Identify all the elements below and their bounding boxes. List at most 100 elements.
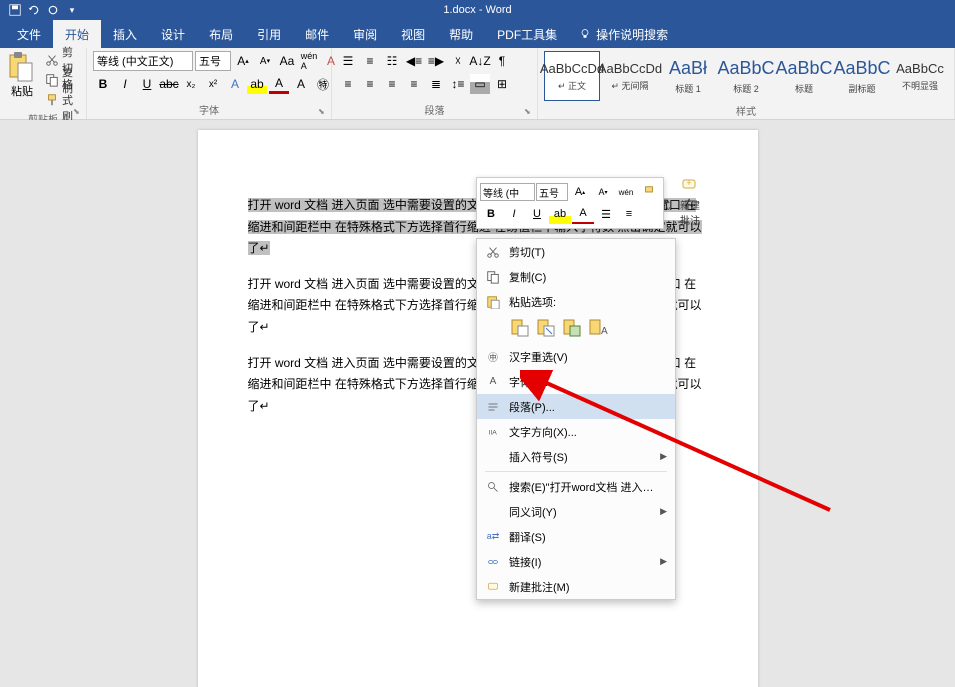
tab-review[interactable]: 审阅 bbox=[341, 20, 389, 49]
menu-text-direction[interactable]: IIA 文字方向(X)... bbox=[477, 419, 675, 444]
mini-font-color[interactable]: A bbox=[572, 204, 594, 224]
strikethrough-button[interactable]: abc bbox=[159, 74, 179, 94]
undo-icon[interactable] bbox=[27, 3, 41, 17]
align-right-button[interactable]: ≡ bbox=[382, 74, 402, 94]
font-launcher[interactable]: ⬊ bbox=[318, 107, 328, 117]
tab-layout[interactable]: 布局 bbox=[197, 20, 245, 49]
paragraph-launcher[interactable]: ⬊ bbox=[524, 107, 534, 117]
style-item-1[interactable]: AaBbCcDd↵ 无间隔 bbox=[602, 51, 658, 101]
tab-mailings[interactable]: 邮件 bbox=[293, 20, 341, 49]
svg-text:IIA: IIA bbox=[489, 429, 498, 436]
copy-icon bbox=[45, 73, 59, 87]
enclose-characters-button[interactable]: ㊕ bbox=[313, 74, 333, 94]
tab-references[interactable]: 引用 bbox=[245, 20, 293, 49]
mini-format-painter[interactable] bbox=[638, 182, 660, 202]
mini-underline[interactable]: U bbox=[526, 204, 548, 224]
mini-new-comment-button[interactable]: + 新建 批注 bbox=[680, 177, 700, 227]
paste-keep-source[interactable] bbox=[509, 317, 531, 339]
menu-search[interactable]: 搜索(E)"打开word文档 进入页面..." bbox=[477, 474, 675, 499]
increase-indent-button[interactable]: ≡▶ bbox=[426, 51, 446, 71]
style-item-0[interactable]: AaBbCcDd↵ 正文 bbox=[544, 51, 600, 101]
tab-home[interactable]: 开始 bbox=[53, 20, 101, 49]
subscript-button[interactable]: x₂ bbox=[181, 74, 201, 94]
menu-cut-label: 剪切(T) bbox=[509, 244, 545, 260]
mini-font-name[interactable]: 等线 (中 bbox=[480, 183, 535, 201]
font-color-button[interactable]: A bbox=[269, 74, 289, 94]
asian-layout-button[interactable]: ☓ bbox=[448, 51, 468, 71]
style-item-5[interactable]: AaBbC副标题 bbox=[834, 51, 890, 101]
menu-insert-symbol-label: 插入符号(S) bbox=[509, 449, 568, 465]
mini-italic[interactable]: I bbox=[503, 204, 525, 224]
mini-new-comment-label: 新建 批注 bbox=[680, 197, 700, 227]
line-spacing-button[interactable]: ↕≡ bbox=[448, 74, 468, 94]
mini-font-size[interactable]: 五号 bbox=[536, 183, 568, 201]
distributed-button[interactable]: ≣ bbox=[426, 74, 446, 94]
paste-text-only[interactable]: A bbox=[587, 317, 609, 339]
highlight-button[interactable]: ab bbox=[247, 74, 267, 94]
menu-translate-label: 翻译(S) bbox=[509, 529, 546, 545]
numbering-button[interactable]: ≡ bbox=[360, 51, 380, 71]
multilevel-list-button[interactable]: ☷ bbox=[382, 51, 402, 71]
styles-gallery[interactable]: AaBbCcDd↵ 正文AaBbCcDd↵ 无间隔AaBł标题 1AaBbC标题… bbox=[544, 51, 948, 101]
style-item-2[interactable]: AaBł标题 1 bbox=[660, 51, 716, 101]
paste-picture[interactable] bbox=[561, 317, 583, 339]
mini-phonetic[interactable]: wén bbox=[615, 182, 637, 202]
borders-button[interactable]: ⊞ bbox=[492, 74, 512, 94]
bullets-button[interactable]: ☰ bbox=[338, 51, 358, 71]
mini-grow-font[interactable]: A▴ bbox=[569, 182, 591, 202]
style-item-6[interactable]: AaBbCc不明显强 bbox=[892, 51, 948, 101]
style-item-3[interactable]: AaBbC标题 2 bbox=[718, 51, 774, 101]
tell-me-search[interactable]: 操作说明搜索 bbox=[579, 26, 668, 43]
justify-button[interactable]: ≡ bbox=[404, 74, 424, 94]
menu-translate[interactable]: a⇄ 翻译(S) bbox=[477, 524, 675, 549]
tab-insert[interactable]: 插入 bbox=[101, 20, 149, 49]
tab-design[interactable]: 设计 bbox=[149, 20, 197, 49]
save-icon[interactable] bbox=[8, 3, 22, 17]
paste-button[interactable]: 粘贴 bbox=[6, 51, 38, 99]
menu-font[interactable]: A 字体(F)... bbox=[477, 369, 675, 394]
tab-view[interactable]: 视图 bbox=[389, 20, 437, 49]
phonetic-guide-button[interactable]: wénA bbox=[299, 51, 319, 71]
menu-new-comment[interactable]: 新建批注(M) bbox=[477, 574, 675, 599]
tab-file[interactable]: 文件 bbox=[5, 20, 53, 49]
redo-icon[interactable] bbox=[46, 3, 60, 17]
menu-new-comment-label: 新建批注(M) bbox=[509, 579, 570, 595]
menu-han-reselect[interactable]: ㊥ 汉字重选(V) bbox=[477, 344, 675, 369]
tab-pdf[interactable]: PDF工具集 bbox=[485, 20, 569, 49]
superscript-button[interactable]: x² bbox=[203, 74, 223, 94]
qat-dropdown-icon[interactable]: ▾ bbox=[65, 3, 79, 17]
clipboard-launcher[interactable]: ⬊ bbox=[73, 107, 83, 117]
mini-shrink-font[interactable]: A▾ bbox=[592, 182, 614, 202]
align-left-button[interactable]: ≡ bbox=[338, 74, 358, 94]
menu-insert-symbol[interactable]: 插入符号(S) ▶ bbox=[477, 444, 675, 469]
bold-button[interactable]: B bbox=[93, 74, 113, 94]
change-case-button[interactable]: Aa bbox=[277, 51, 297, 71]
style-item-4[interactable]: AaBbC标题 bbox=[776, 51, 832, 101]
character-shading-button[interactable]: A bbox=[291, 74, 311, 94]
mini-bold[interactable]: B bbox=[480, 204, 502, 224]
menu-text-direction-label: 文字方向(X)... bbox=[509, 424, 577, 440]
underline-button[interactable]: U bbox=[137, 74, 157, 94]
mini-numbering[interactable]: ≡ bbox=[618, 204, 640, 224]
align-center-button[interactable]: ≡ bbox=[360, 74, 380, 94]
grow-font-button[interactable]: A▴ bbox=[233, 51, 253, 71]
menu-copy[interactable]: 复制(C) bbox=[477, 264, 675, 289]
text-effects-button[interactable]: A bbox=[225, 74, 245, 94]
tab-help[interactable]: 帮助 bbox=[437, 20, 485, 49]
decrease-indent-button[interactable]: ◀≡ bbox=[404, 51, 424, 71]
italic-button[interactable]: I bbox=[115, 74, 135, 94]
mini-bullets[interactable]: ☰ bbox=[595, 204, 617, 224]
shading-button[interactable]: ▭ bbox=[470, 74, 490, 94]
paste-merge[interactable] bbox=[535, 317, 557, 339]
menu-cut[interactable]: 剪切(T) bbox=[477, 239, 675, 264]
menu-paragraph[interactable]: 段落(P)... bbox=[477, 394, 675, 419]
menu-link[interactable]: 链接(I) ▶ bbox=[477, 549, 675, 574]
menu-synonyms[interactable]: 同义词(Y) ▶ bbox=[477, 499, 675, 524]
show-hide-button[interactable]: ¶ bbox=[492, 51, 512, 71]
document-title: 1.docx - Word bbox=[443, 4, 511, 16]
mini-highlight[interactable]: ab bbox=[549, 204, 571, 224]
font-size-combo[interactable]: 五号 bbox=[195, 51, 231, 71]
sort-button[interactable]: A↓Z bbox=[470, 51, 490, 71]
shrink-font-button[interactable]: A▾ bbox=[255, 51, 275, 71]
font-name-combo[interactable]: 等线 (中文正文) bbox=[93, 51, 193, 71]
